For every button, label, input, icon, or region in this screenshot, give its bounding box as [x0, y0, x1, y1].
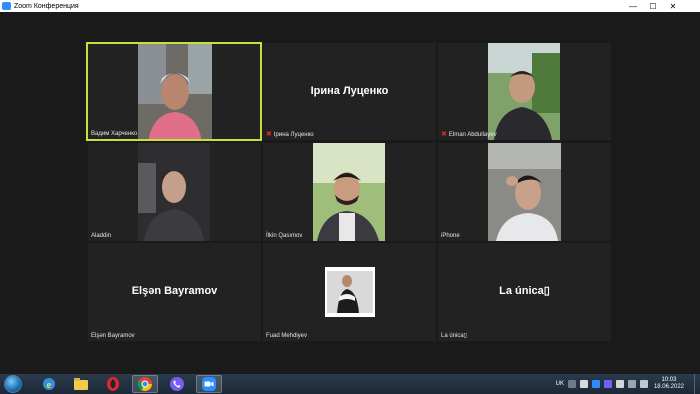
participant-name: ✖ Elman Abdullayev	[441, 131, 497, 138]
mic-muted-icon: ✖	[441, 131, 447, 138]
mic-muted-icon: ✖	[266, 131, 272, 138]
participant-video	[138, 44, 212, 139]
clock-time: 10:03	[661, 377, 677, 383]
participant-name: iPhone	[441, 233, 460, 239]
participant-tile[interactable]: Fuad Mehdiyev	[263, 243, 436, 341]
svg-text:e: e	[47, 379, 52, 391]
participant-display-name: Ірина Луценко	[310, 84, 389, 97]
volume-icon[interactable]	[639, 380, 648, 388]
participant-video	[488, 143, 561, 241]
participant-name: Elşən Bayramov	[91, 333, 135, 339]
participant-name: Aladdin	[91, 233, 112, 239]
participant-avatar	[325, 267, 375, 317]
system-tray: UK 10:03 18.06.2022	[556, 374, 700, 394]
internet-explorer-icon[interactable]: e	[36, 375, 62, 393]
file-explorer-icon[interactable]	[68, 375, 94, 393]
maximize-button[interactable]: ☐	[644, 0, 662, 12]
clock-date: 18.06.2022	[653, 384, 684, 390]
help-icon[interactable]	[579, 380, 588, 388]
network-icon[interactable]	[615, 380, 624, 388]
zoom-icon[interactable]	[196, 375, 222, 393]
tray-viber-icon[interactable]	[603, 380, 612, 388]
close-button[interactable]: ✕	[664, 0, 682, 12]
participant-video	[313, 143, 385, 241]
participant-display-name: Elşən Bayramov	[131, 284, 218, 297]
participant-tile[interactable]: Ірина Луценко ✖ Ірина Луценко	[263, 43, 436, 140]
zoom-app-icon	[2, 2, 11, 10]
windows-taskbar: e UK 10:03 18.06.2022	[0, 374, 700, 394]
window-title: Zoom Конференция	[14, 2, 79, 10]
gallery-view: Вадим Харченко Ірина Луценко ✖ Ірина Луц…	[0, 12, 700, 374]
start-button[interactable]	[4, 375, 22, 393]
participant-tile[interactable]: Elşən Bayramov Elşən Bayramov	[88, 243, 261, 341]
show-desktop-button[interactable]	[694, 374, 700, 394]
viber-icon[interactable]	[164, 375, 190, 393]
flag-icon[interactable]	[627, 380, 636, 388]
participant-name: La única▯	[441, 333, 467, 339]
participant-tile[interactable]: iPhone	[438, 143, 611, 241]
window-titlebar: Zoom Конференция — ☐ ✕	[0, 0, 700, 12]
opera-icon[interactable]	[100, 375, 126, 393]
participant-tile[interactable]: ✖ Elman Abdullayev	[438, 43, 611, 140]
participant-name: İlkin Qasımov	[266, 233, 303, 239]
participant-tile[interactable]: İlkin Qasımov	[263, 143, 436, 241]
tray-app-icon[interactable]	[567, 380, 576, 388]
chrome-icon[interactable]	[132, 375, 158, 393]
participant-tile[interactable]: Aladdin	[88, 143, 261, 241]
participant-display-name: La única▯	[499, 285, 550, 298]
participant-video	[138, 143, 210, 241]
participant-video	[488, 43, 560, 140]
taskbar-clock[interactable]: 10:03 18.06.2022	[654, 377, 684, 391]
participant-tile[interactable]: Вадим Харченко	[86, 42, 262, 141]
participant-name: Вадим Харченко	[91, 131, 138, 137]
participant-tile[interactable]: La única▯ La única▯	[438, 243, 611, 341]
participant-name: ✖ Ірина Луценко	[266, 131, 314, 138]
tray-zoom-icon[interactable]	[591, 380, 600, 388]
participant-name: Fuad Mehdiyev	[266, 333, 308, 339]
language-indicator[interactable]: UK	[556, 381, 564, 387]
minimize-button[interactable]: —	[624, 0, 642, 12]
